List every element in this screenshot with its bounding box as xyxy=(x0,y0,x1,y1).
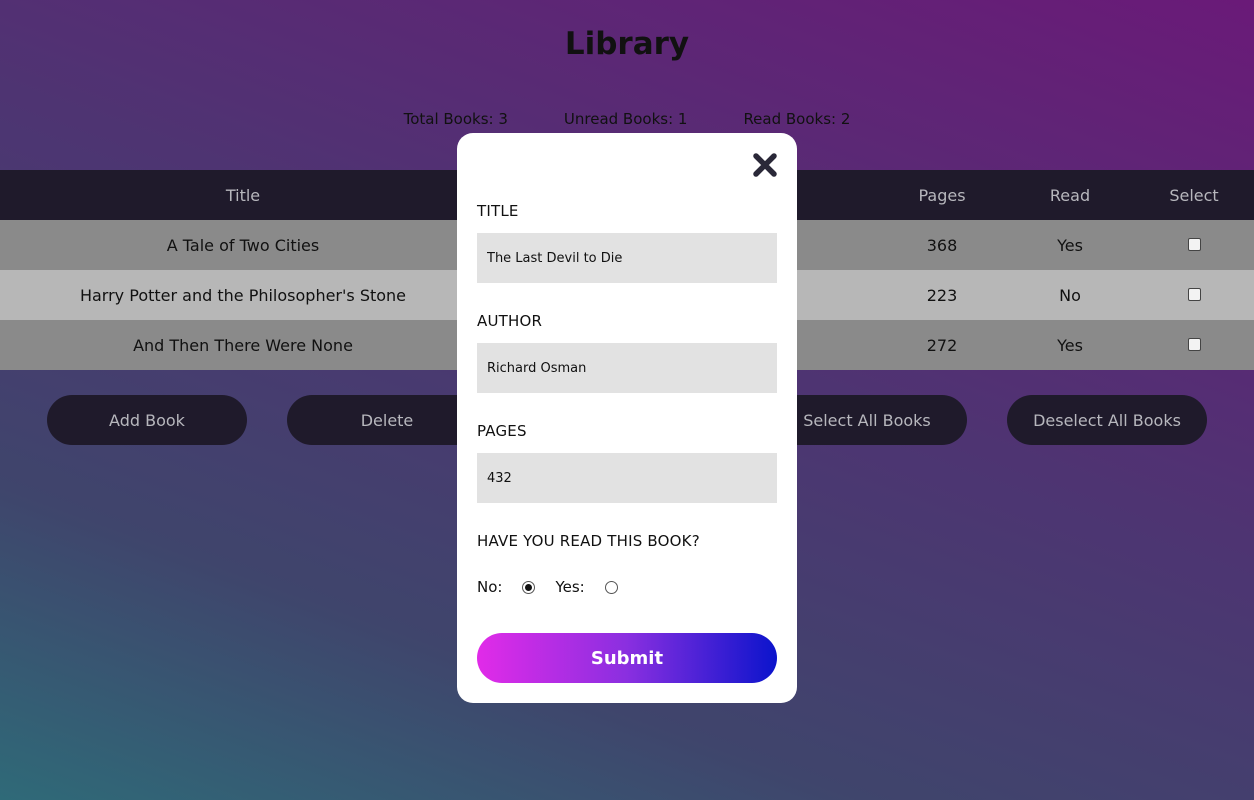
book-read-cell: Yes xyxy=(1057,335,1083,355)
total-books-stat: Total Books: 3 xyxy=(403,110,508,128)
column-header-title: Title xyxy=(225,185,261,205)
read-books-stat: Read Books: 2 xyxy=(743,110,851,128)
column-header-select: Select xyxy=(1169,185,1219,205)
add-book-modal: TITLE AUTHOR PAGES HAVE YOU READ THIS BO… xyxy=(457,133,797,703)
book-title-cell: And Then There Were None xyxy=(133,335,353,355)
select-book-checkbox[interactable] xyxy=(1187,337,1201,351)
select-book-checkbox[interactable] xyxy=(1187,287,1201,301)
book-read-cell: Yes xyxy=(1057,235,1083,255)
book-read-cell: No xyxy=(1059,285,1081,305)
yes-radio[interactable] xyxy=(604,580,618,594)
add-book-button[interactable]: Add Book xyxy=(47,395,247,445)
page-title: Library xyxy=(564,26,690,62)
no-radio[interactable] xyxy=(522,580,536,594)
author-input[interactable] xyxy=(477,343,777,393)
close-icon xyxy=(753,153,777,177)
author-field-label: AUTHOR xyxy=(477,312,543,330)
book-pages-cell: 223 xyxy=(926,285,958,305)
read-radio-group: No: Yes: xyxy=(477,578,618,596)
select-all-button[interactable]: Select All Books xyxy=(767,395,967,445)
select-book-checkbox[interactable] xyxy=(1187,237,1201,251)
submit-button[interactable]: Submit xyxy=(477,633,777,683)
book-pages-cell: 368 xyxy=(926,235,958,255)
read-question-label: HAVE YOU READ THIS BOOK? xyxy=(477,532,700,550)
deselect-all-button[interactable]: Deselect All Books xyxy=(1007,395,1207,445)
pages-field-label: PAGES xyxy=(477,422,527,440)
book-title-cell: Harry Potter and the Philosopher's Stone xyxy=(79,285,407,305)
book-title-cell: A Tale of Two Cities xyxy=(166,235,320,255)
column-header-pages: Pages xyxy=(918,185,966,205)
yes-radio-label: Yes: xyxy=(555,578,585,596)
unread-books-stat: Unread Books: 1 xyxy=(563,110,688,128)
book-pages-cell: 272 xyxy=(926,335,958,355)
title-input[interactable] xyxy=(477,233,777,283)
close-modal-button[interactable] xyxy=(751,151,779,179)
column-header-read: Read xyxy=(1049,185,1091,205)
pages-input[interactable] xyxy=(477,453,777,503)
book-stats: Total Books: 3 Unread Books: 1 Read Book… xyxy=(0,110,1254,128)
title-field-label: TITLE xyxy=(477,202,519,220)
no-radio-label: No: xyxy=(477,578,503,596)
